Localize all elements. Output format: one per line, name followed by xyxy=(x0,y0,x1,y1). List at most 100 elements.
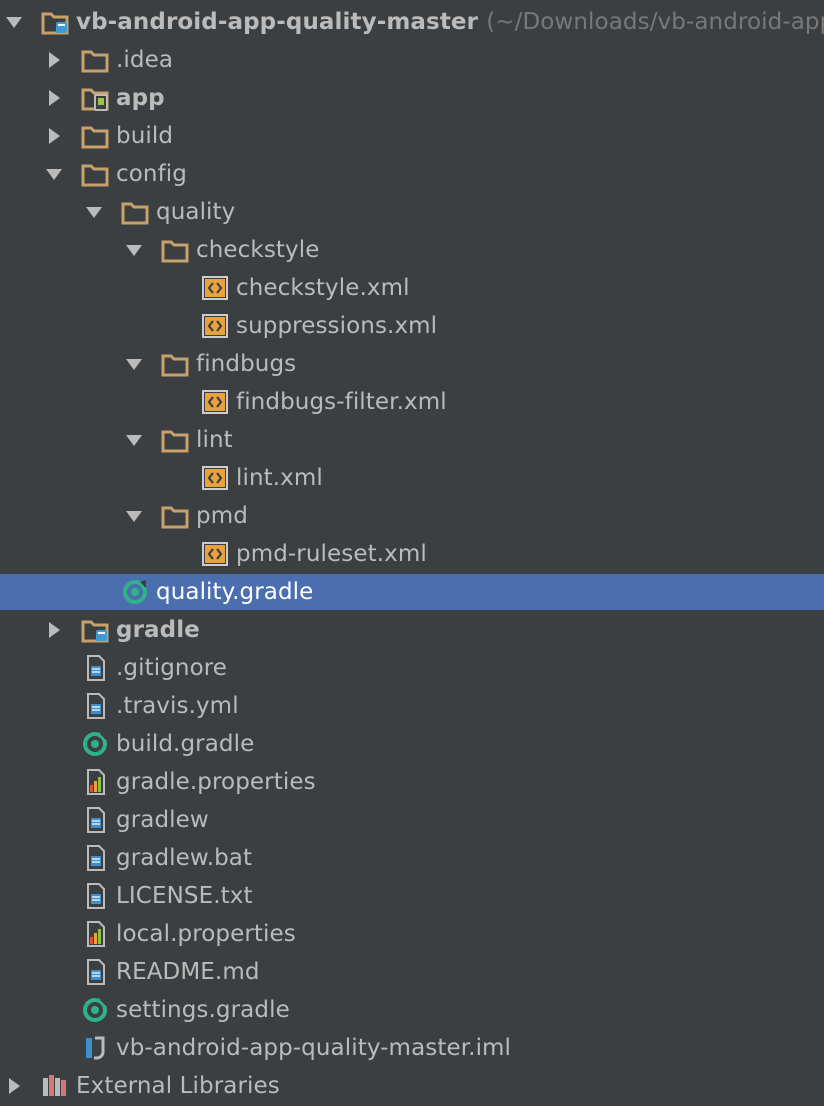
expanded-arrow-icon[interactable] xyxy=(124,430,144,450)
tree-node[interactable]: lint.xml xyxy=(0,460,824,496)
text-file-icon xyxy=(80,806,110,834)
project-path: (~/Downloads/vb-android-app-quality-mast… xyxy=(486,9,824,35)
tree-node-label: checkstyle.xml xyxy=(236,270,410,306)
libraries-icon xyxy=(40,1072,70,1100)
tree-node-label: suppressions.xml xyxy=(236,308,437,344)
gradle-file-icon xyxy=(120,578,150,606)
tree-node[interactable]: .gitignore xyxy=(0,650,824,686)
tree-node-label: lint.xml xyxy=(236,460,323,496)
node-name: vb-android-app-quality-master xyxy=(76,9,479,35)
tree-node-label: gradlew.bat xyxy=(116,840,252,876)
tree-node-label: checkstyle xyxy=(196,232,320,268)
tree-node[interactable]: findbugs xyxy=(0,346,824,382)
tree-node[interactable]: findbugs-filter.xml xyxy=(0,384,824,420)
node-name: findbugs xyxy=(196,351,297,377)
tree-node-label: lint xyxy=(196,422,233,458)
tree-node-label: findbugs xyxy=(196,346,296,382)
expanded-arrow-icon[interactable] xyxy=(4,12,24,32)
tree-node-label: findbugs-filter.xml xyxy=(236,384,447,420)
gradle-module-icon xyxy=(80,616,110,644)
node-name: quality xyxy=(156,199,236,225)
node-name: checkstyle.xml xyxy=(236,275,410,301)
android-module-icon xyxy=(80,84,110,112)
tree-node-label: build.gradle xyxy=(116,726,254,762)
tree-node-label: build xyxy=(116,118,173,154)
tree-node-label: settings.gradle xyxy=(116,992,290,1028)
tree-node[interactable]: settings.gradle xyxy=(0,992,824,1028)
tree-node[interactable]: pmd xyxy=(0,498,824,534)
gradle-file-icon xyxy=(80,996,110,1024)
tree-node-label: vb-android-app-quality-master.iml xyxy=(116,1030,511,1066)
node-name: .gitignore xyxy=(116,655,228,681)
tree-node[interactable]: .idea xyxy=(0,42,824,78)
expanded-arrow-icon[interactable] xyxy=(84,202,104,222)
iml-file-icon xyxy=(80,1034,110,1062)
node-name: config xyxy=(116,161,187,187)
tree-node[interactable]: gradle xyxy=(0,612,824,648)
tree-node[interactable]: vb-android-app-quality-master (~/Downloa… xyxy=(0,4,824,40)
text-file-icon xyxy=(80,958,110,986)
folder-icon xyxy=(160,236,190,264)
tree-node-label: pmd-ruleset.xml xyxy=(236,536,427,572)
tree-node[interactable]: build xyxy=(0,118,824,154)
tree-node[interactable]: build.gradle xyxy=(0,726,824,762)
tree-node[interactable]: config xyxy=(0,156,824,192)
expanded-arrow-icon[interactable] xyxy=(124,354,144,374)
tree-node[interactable]: quality xyxy=(0,194,824,230)
collapsed-arrow-icon[interactable] xyxy=(44,620,64,640)
expanded-arrow-icon[interactable] xyxy=(124,240,144,260)
node-name: .idea xyxy=(116,47,174,73)
tree-node[interactable]: vb-android-app-quality-master.iml xyxy=(0,1030,824,1066)
tree-node[interactable]: pmd-ruleset.xml xyxy=(0,536,824,572)
xml-file-icon xyxy=(200,388,230,416)
tree-node[interactable]: gradlew.bat xyxy=(0,840,824,876)
project-tree: vb-android-app-quality-master (~/Downloa… xyxy=(0,0,824,1106)
node-name: External Libraries xyxy=(76,1073,280,1099)
folder-icon xyxy=(160,350,190,378)
tree-node-label: gradle.properties xyxy=(116,764,316,800)
node-name: build xyxy=(116,123,174,149)
tree-node-label: quality.gradle xyxy=(156,574,313,610)
tree-node-label: .gitignore xyxy=(116,650,227,686)
tree-node[interactable]: External Libraries xyxy=(0,1068,824,1104)
expanded-arrow-icon[interactable] xyxy=(44,164,64,184)
project-module-icon xyxy=(40,8,70,36)
tree-node-label: .travis.yml xyxy=(116,688,239,724)
tree-node[interactable]: suppressions.xml xyxy=(0,308,824,344)
properties-file-icon xyxy=(80,768,110,796)
folder-icon xyxy=(120,198,150,226)
collapsed-arrow-icon[interactable] xyxy=(44,88,64,108)
node-name: gradle xyxy=(116,617,200,643)
tree-node-label: README.md xyxy=(116,954,260,990)
tree-node[interactable]: README.md xyxy=(0,954,824,990)
text-file-icon xyxy=(80,654,110,682)
node-name: app xyxy=(116,85,165,111)
collapsed-arrow-icon[interactable] xyxy=(44,126,64,146)
tree-node-label: app xyxy=(116,80,165,116)
tree-node[interactable]: quality.gradle xyxy=(0,574,824,610)
tree-node[interactable]: lint xyxy=(0,422,824,458)
expanded-arrow-icon[interactable] xyxy=(124,506,144,526)
tree-node[interactable]: checkstyle.xml xyxy=(0,270,824,306)
properties-file-icon xyxy=(80,920,110,948)
tree-node[interactable]: local.properties xyxy=(0,916,824,952)
node-name: gradlew xyxy=(116,807,209,833)
tree-node[interactable]: .travis.yml xyxy=(0,688,824,724)
tree-node-label: quality xyxy=(156,194,235,230)
node-name: local.properties xyxy=(116,921,296,947)
collapsed-arrow-icon[interactable] xyxy=(4,1076,24,1096)
tree-node[interactable]: gradle.properties xyxy=(0,764,824,800)
collapsed-arrow-icon[interactable] xyxy=(44,50,64,70)
tree-node[interactable]: gradlew xyxy=(0,802,824,838)
tree-node-label: LICENSE.txt xyxy=(116,878,253,914)
tree-node[interactable]: app xyxy=(0,80,824,116)
text-file-icon xyxy=(80,692,110,720)
node-name: .travis.yml xyxy=(116,693,239,719)
folder-icon xyxy=(80,46,110,74)
node-name: gradle.properties xyxy=(116,769,316,795)
tree-node-label: vb-android-app-quality-master (~/Downloa… xyxy=(76,4,824,40)
tree-node[interactable]: checkstyle xyxy=(0,232,824,268)
tree-node[interactable]: LICENSE.txt xyxy=(0,878,824,914)
node-name: lint.xml xyxy=(236,465,323,491)
tree-node-label: gradlew xyxy=(116,802,209,838)
